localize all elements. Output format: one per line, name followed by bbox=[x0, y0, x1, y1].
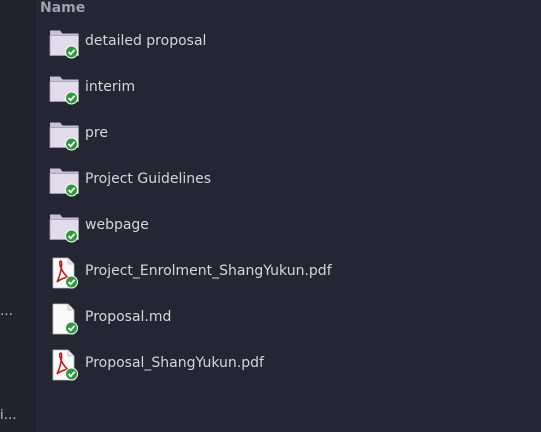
pdf-file-synced-icon bbox=[52, 257, 78, 289]
sidebar-item-truncated-label[interactable]: i… bbox=[0, 408, 34, 423]
list-item[interactable]: Proposal.md bbox=[35, 296, 541, 342]
file-name: Proposal.md bbox=[85, 309, 172, 325]
file-name: detailed proposal bbox=[85, 33, 207, 49]
folder-synced-icon bbox=[49, 30, 79, 59]
list-item[interactable]: pre bbox=[35, 112, 541, 158]
file-name: Proposal_ShangYukun.pdf bbox=[85, 355, 264, 371]
file-name: pre bbox=[85, 125, 108, 141]
list-item[interactable]: Project Guidelines bbox=[35, 158, 541, 204]
sidebar-item-truncated-label[interactable]: … bbox=[0, 304, 34, 319]
list-item[interactable]: Project_Enrolment_ShangYukun.pdf bbox=[35, 250, 541, 296]
file-name: Project Guidelines bbox=[85, 171, 212, 187]
file-name: Project_Enrolment_ShangYukun.pdf bbox=[85, 263, 332, 279]
folder-synced-icon bbox=[49, 168, 79, 197]
folder-synced-icon bbox=[49, 214, 79, 243]
list-item[interactable]: interim bbox=[35, 66, 541, 112]
file-name: interim bbox=[85, 79, 136, 95]
text-file-synced-icon bbox=[52, 303, 78, 335]
folder-synced-icon bbox=[49, 122, 79, 151]
folder-synced-icon bbox=[49, 76, 79, 105]
sidebar: … i… bbox=[0, 0, 35, 432]
list-item[interactable]: Proposal_ShangYukun.pdf bbox=[35, 342, 541, 388]
file-list: Name detailed proposal interim pre Proje… bbox=[35, 0, 541, 432]
pdf-file-synced-icon bbox=[52, 349, 78, 381]
file-name: webpage bbox=[85, 217, 149, 233]
list-item[interactable]: detailed proposal bbox=[35, 20, 541, 66]
list-item[interactable]: webpage bbox=[35, 204, 541, 250]
name-column-header[interactable]: Name bbox=[40, 0, 85, 16]
